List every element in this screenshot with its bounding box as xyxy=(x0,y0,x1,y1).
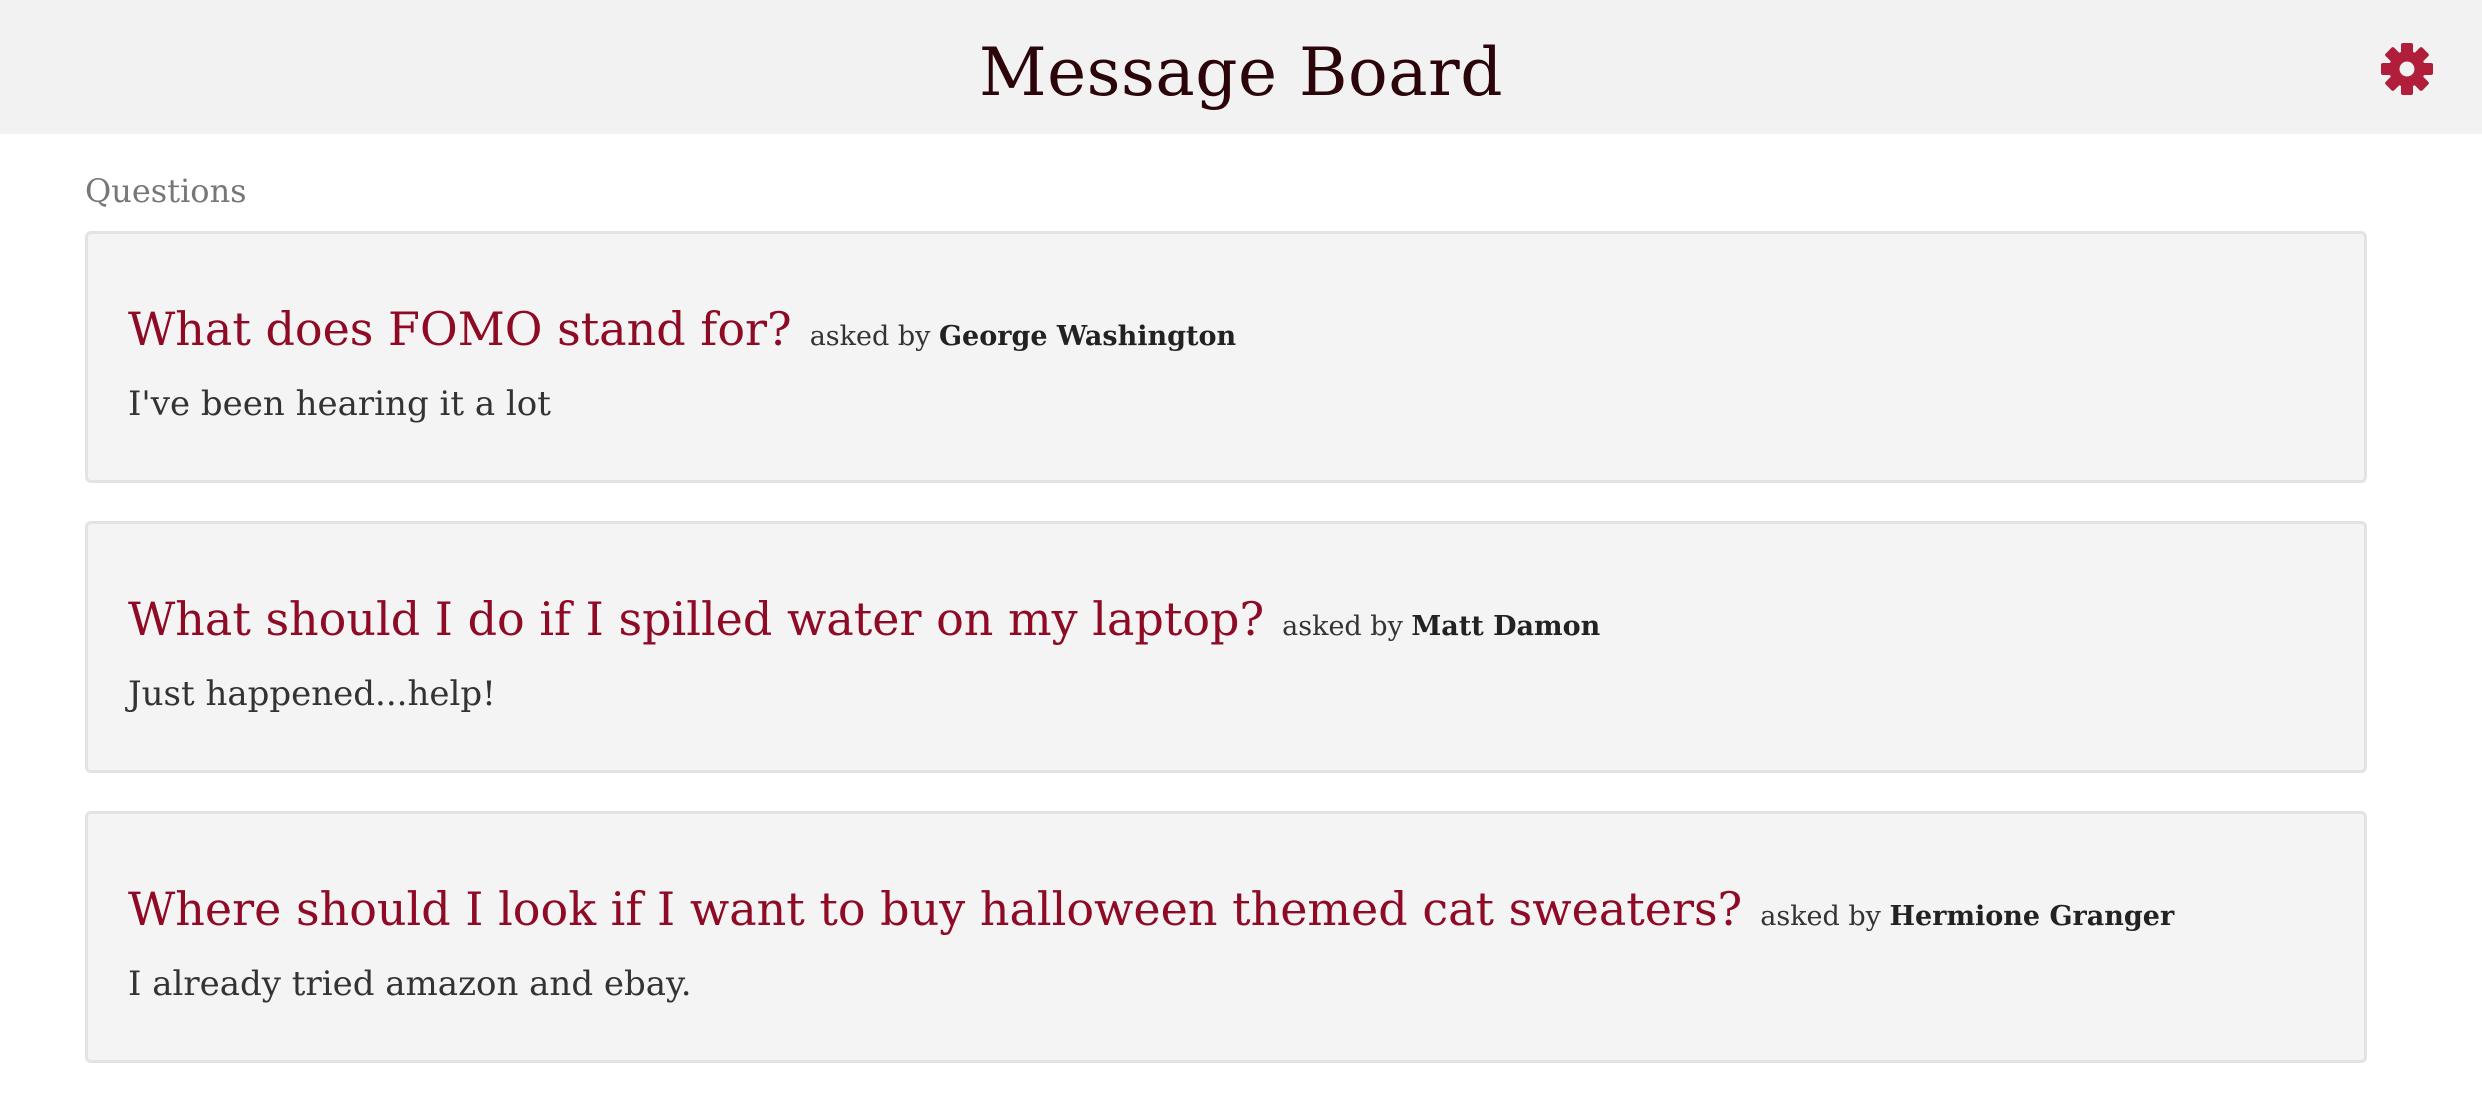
asked-by-label: asked by xyxy=(809,321,931,352)
question-author: George Washington xyxy=(938,321,1237,352)
gear-icon[interactable] xyxy=(2380,42,2434,96)
question-title[interactable]: Where should I look if I want to buy hal… xyxy=(128,882,1742,936)
question-card[interactable]: What should I do if I spilled water on m… xyxy=(85,521,2367,773)
question-title[interactable]: What should I do if I spilled water on m… xyxy=(128,592,1264,646)
question-header: What does FOMO stand for? asked by George… xyxy=(128,302,1236,356)
question-header: What should I do if I spilled water on m… xyxy=(128,592,1600,646)
question-body: I've been hearing it a lot xyxy=(128,384,551,424)
asked-by-label: asked by xyxy=(1282,611,1403,642)
question-author: Matt Damon xyxy=(1411,611,1601,642)
asked-by-label: asked by xyxy=(1760,901,1881,932)
header-bar: Message Board xyxy=(0,0,2482,134)
question-header: Where should I look if I want to buy hal… xyxy=(128,882,2174,936)
question-body: I already tried amazon and ebay. xyxy=(128,964,692,1004)
page-title: Message Board xyxy=(979,34,1503,111)
question-meta: asked by Matt Damon xyxy=(1282,611,1600,642)
question-meta: asked by Hermione Granger xyxy=(1760,901,2174,932)
question-meta: asked by George Washington xyxy=(810,321,1236,352)
question-card[interactable]: Where should I look if I want to buy hal… xyxy=(85,811,2367,1063)
question-body: Just happened...help! xyxy=(128,674,496,714)
question-title[interactable]: What does FOMO stand for? xyxy=(128,302,792,356)
section-label: Questions xyxy=(85,172,247,210)
question-author: Hermione Granger xyxy=(1889,901,2175,932)
question-list: What does FOMO stand for? asked by George… xyxy=(85,231,2367,1101)
question-card[interactable]: What does FOMO stand for? asked by George… xyxy=(85,231,2367,483)
